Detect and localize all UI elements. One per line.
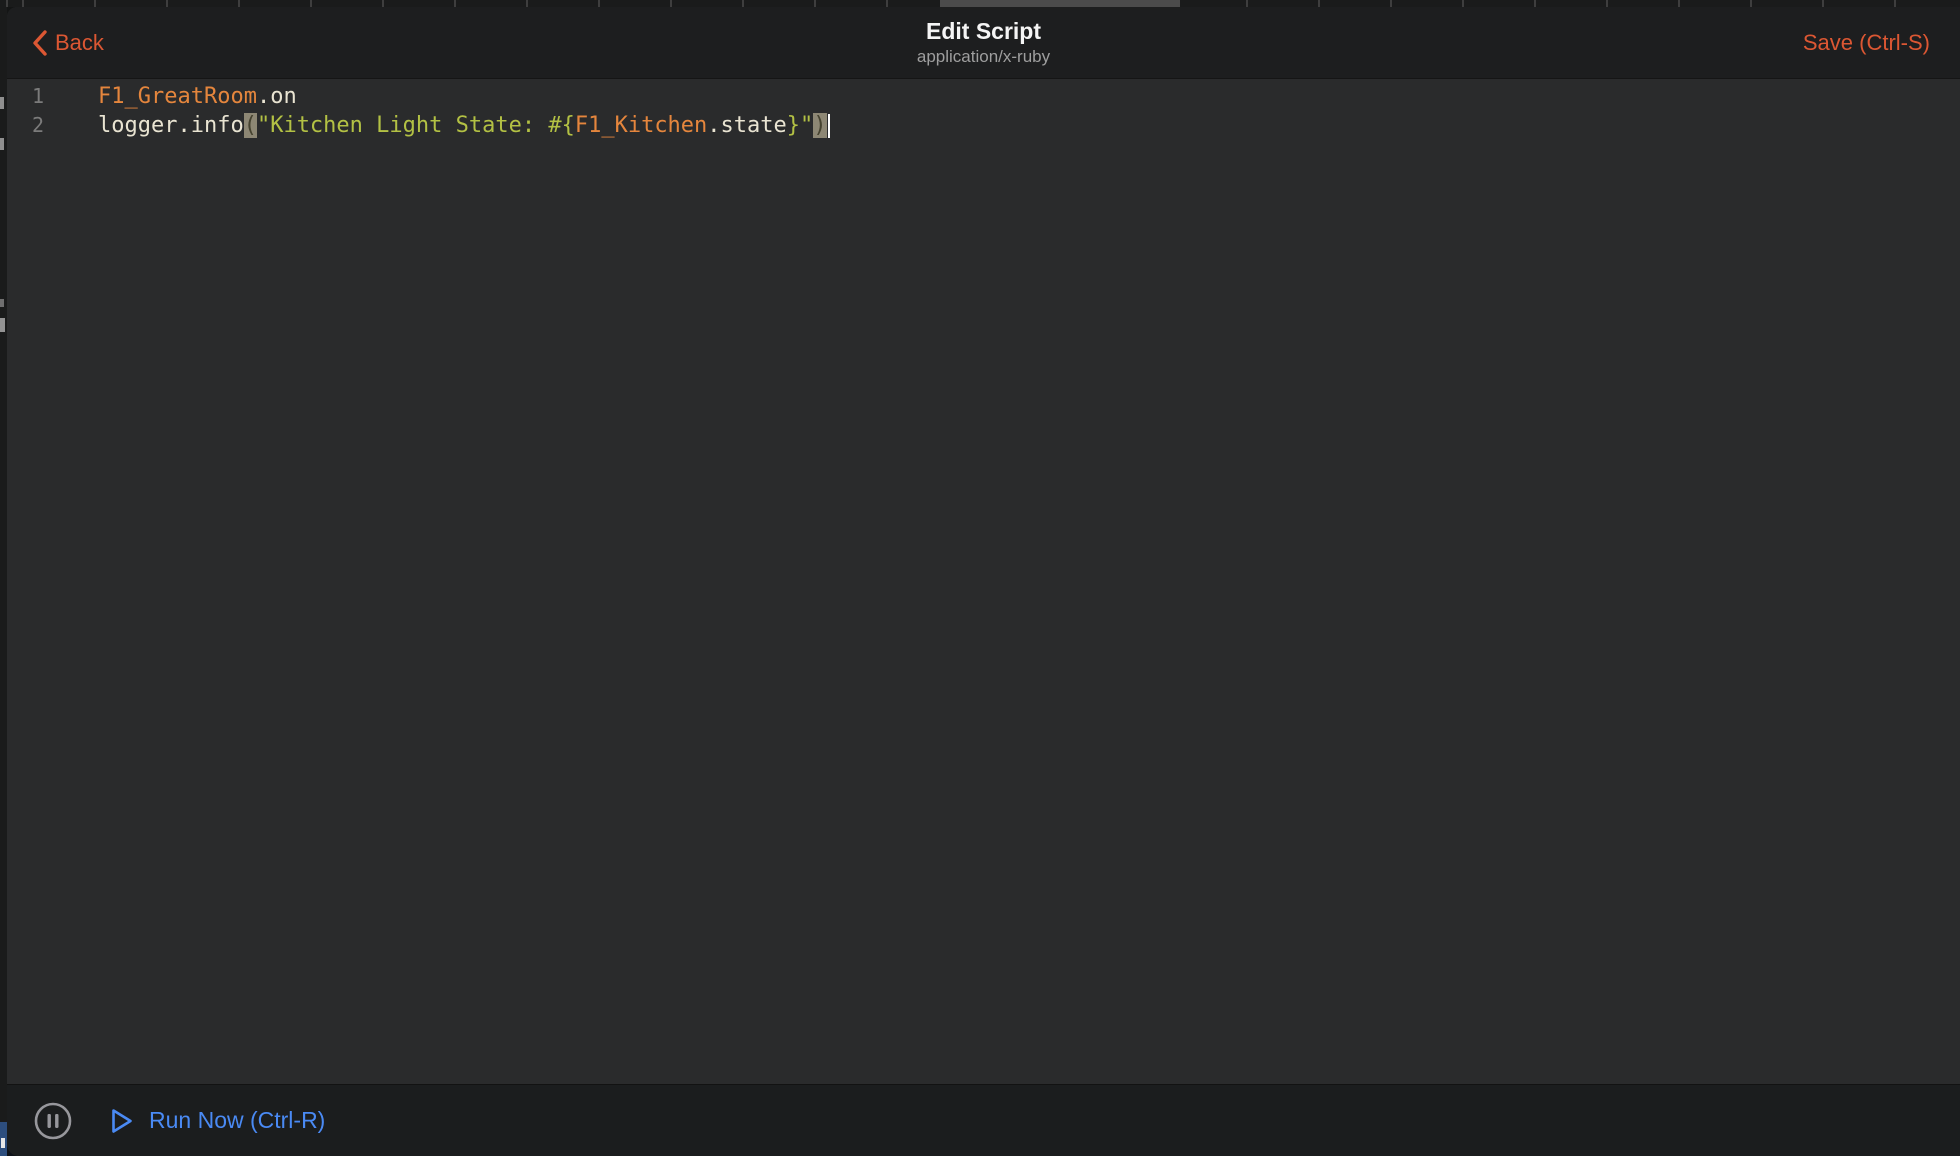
pause-button[interactable]: [34, 1102, 72, 1140]
pause-circle-icon: [34, 1127, 72, 1144]
code-token: ): [813, 113, 826, 138]
code-token: F1_GreatRoom: [98, 84, 257, 109]
bottom-toolbar: Run Now (Ctrl-R): [7, 1084, 1960, 1156]
background-fragment: [0, 318, 5, 332]
line-number: 1: [7, 82, 69, 111]
code-token: }": [787, 113, 814, 138]
navbar: Back Edit Script application/x-ruby Save…: [7, 7, 1960, 79]
background-app-top-segment: [940, 0, 1180, 7]
background-fragment: [0, 138, 4, 150]
text-cursor: [828, 114, 830, 138]
run-now-button[interactable]: Run Now (Ctrl-R): [110, 1085, 325, 1156]
code-text: F1_GreatRoom.on: [69, 82, 297, 111]
background-app-top-strip: [0, 0, 1960, 7]
save-button[interactable]: Save (Ctrl-S): [1803, 7, 1930, 78]
save-button-label: Save (Ctrl-S): [1803, 30, 1930, 56]
page-title: Edit Script: [926, 20, 1041, 43]
code-line[interactable]: 2logger.info("Kitchen Light State: #{F1_…: [7, 111, 1960, 140]
navbar-title-group: Edit Script application/x-ruby: [7, 7, 1960, 78]
page-subtitle: application/x-ruby: [917, 48, 1050, 65]
code-token: "Kitchen Light State: #{: [257, 113, 575, 138]
play-outline-icon: [110, 1107, 134, 1135]
code-lines: 1F1_GreatRoom.on2logger.info("Kitchen Li…: [7, 82, 1960, 140]
code-text: logger.info("Kitchen Light State: #{F1_K…: [69, 111, 830, 140]
code-token: logger.info: [98, 113, 244, 138]
line-number: 2: [7, 111, 69, 140]
background-fragment: [0, 97, 4, 109]
code-token: .on: [257, 84, 297, 109]
background-blue-fragment-mark: [1, 1138, 5, 1148]
code-token: .state: [707, 113, 786, 138]
code-token: F1_Kitchen: [575, 113, 707, 138]
background-app-left-strip: [0, 7, 7, 1156]
run-now-button-label: Run Now (Ctrl-R): [149, 1107, 325, 1134]
chevron-left-icon: [31, 29, 48, 57]
background-fragment: [0, 299, 4, 307]
back-button-label: Back: [55, 30, 104, 56]
back-button[interactable]: Back: [31, 7, 104, 78]
code-line[interactable]: 1F1_GreatRoom.on: [7, 82, 1960, 111]
code-token: (: [244, 113, 257, 138]
code-editor[interactable]: 1F1_GreatRoom.on2logger.info("Kitchen Li…: [7, 79, 1960, 1084]
edit-script-sheet: Back Edit Script application/x-ruby Save…: [7, 7, 1960, 1156]
